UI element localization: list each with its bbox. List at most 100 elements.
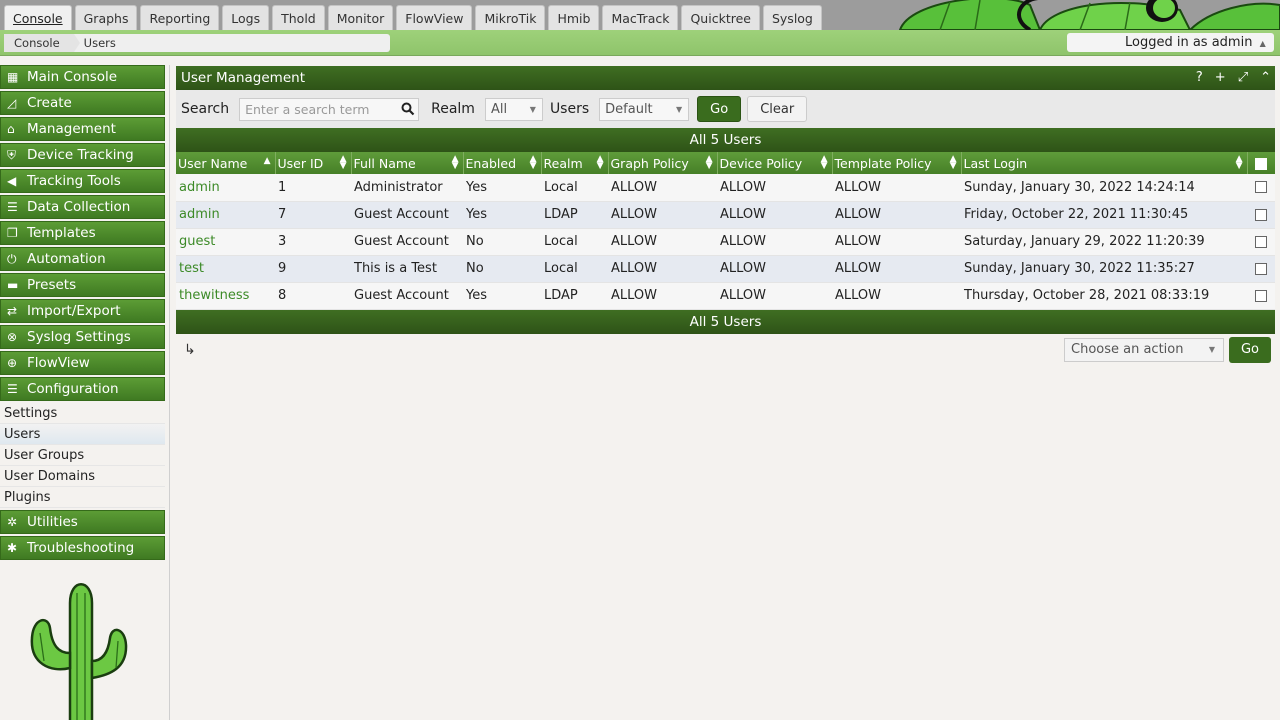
table-row[interactable]: thewitness 8 Guest Account Yes LDAP ALLOW ALLO…: [176, 282, 1275, 310]
user-name-link[interactable]: test: [176, 255, 275, 283]
sort-icon: ▲ ▼: [1235, 154, 1243, 171]
tab-flowview[interactable]: FlowView: [396, 5, 473, 30]
sort-asc-icon: ▲: [263, 156, 271, 166]
summary-bottom: All 5 Users: [176, 309, 1275, 334]
database-icon: ☰: [7, 200, 18, 214]
filter-bar: Search Enter a search term Realm All ▼ U…: [176, 90, 1275, 128]
tab-graphs[interactable]: Graphs: [74, 5, 138, 30]
chevron-down-icon: ▼: [676, 104, 683, 114]
tab-thold[interactable]: Thold: [272, 5, 325, 30]
column-header-graph-policy[interactable]: Graph Policy ▲ ▼: [608, 152, 718, 174]
go-button[interactable]: Go: [697, 96, 742, 122]
search-icon[interactable]: [401, 102, 415, 116]
tab-syslog[interactable]: Syslog: [762, 5, 822, 30]
sidebar-item-templates[interactable]: ❐ Templates: [0, 221, 165, 245]
exchange-icon: ⇄: [7, 304, 18, 318]
sort-icon: ▲ ▼: [705, 154, 713, 171]
sidebar-subitem-plugins[interactable]: Plugins: [0, 487, 165, 508]
breadcrumb-console[interactable]: Console: [4, 34, 80, 52]
tab-hmib[interactable]: Hmib: [548, 5, 600, 30]
user-name-link[interactable]: admin: [176, 174, 275, 202]
row-checkbox[interactable]: [1255, 208, 1267, 221]
sidebar-item-label: Create: [27, 95, 72, 111]
users-select[interactable]: Default ▼: [599, 97, 690, 121]
corner-arrow-icon: ↳: [184, 341, 196, 358]
table-row[interactable]: guest 3 Guest Account No Local ALLOW ALLOW ALLO…: [176, 228, 1275, 256]
sidebar-item-presets[interactable]: ▬ Presets: [0, 273, 165, 297]
table-cell-user-id: 3: [275, 228, 351, 256]
search-input[interactable]: Enter a search term: [239, 97, 420, 121]
row-checkbox[interactable]: [1255, 235, 1267, 248]
sidebar-item-import-export[interactable]: ⇄ Import/Export: [0, 299, 165, 323]
sidebar-item-label: Main Console: [27, 69, 118, 85]
sidebar-item-configuration[interactable]: ☰ Configuration: [0, 377, 165, 401]
column-header-label: User ID: [277, 155, 324, 171]
column-header-enabled[interactable]: Enabled ▲ ▼: [463, 152, 542, 174]
row-checkbox-cell: [1247, 228, 1275, 256]
column-header-last-login[interactable]: Last Login ▲ ▼: [961, 152, 1248, 174]
sidebar-item-syslog-settings[interactable]: ⊗ Syslog Settings: [0, 325, 165, 349]
table-row[interactable]: test 9 This is a Test No Local ALLOW ALLOW ALLO…: [176, 255, 1275, 283]
sidebar-item-management[interactable]: ⌂ Management: [0, 117, 165, 141]
user-name-link[interactable]: thewitness: [176, 282, 275, 310]
tab-reporting[interactable]: Reporting: [140, 5, 220, 30]
row-checkbox[interactable]: [1255, 262, 1267, 275]
realm-label: Realm: [431, 101, 475, 117]
sidebar-item-automation[interactable]: ⏻ Automation: [0, 247, 165, 271]
user-name-link[interactable]: admin: [176, 201, 275, 229]
collapse-icon[interactable]: ⌃: [1260, 66, 1271, 90]
row-checkbox[interactable]: [1255, 181, 1267, 194]
tab-mactrack[interactable]: MacTrack: [602, 5, 679, 30]
tab-console[interactable]: Console: [4, 5, 72, 30]
sidebar-subitem-user-groups[interactable]: User Groups: [0, 445, 165, 466]
row-checkbox-cell: [1247, 174, 1275, 202]
sidebar-item-utilities[interactable]: ✲ Utilities: [0, 510, 165, 534]
sidebar-subitem-settings[interactable]: Settings: [0, 403, 165, 424]
sidebar-subitem-users[interactable]: Users: [0, 424, 165, 445]
row-checkbox[interactable]: [1255, 289, 1267, 302]
sidebar-item-flowview[interactable]: ⊕ FlowView: [0, 351, 165, 375]
sidebar-item-label: Configuration: [27, 381, 119, 397]
table-row[interactable]: admin 7 Guest Account Yes LDAP ALLOW ALLOW ALLO…: [176, 201, 1275, 229]
sidebar-item-data-collection[interactable]: ☰ Data Collection: [0, 195, 165, 219]
tab-monitor[interactable]: Monitor: [327, 5, 394, 30]
sidebar-item-tracking-tools[interactable]: ◀ Tracking Tools: [0, 169, 165, 193]
tab-list: Console Graphs Reporting Logs Thold Monitor Fl…: [4, 5, 822, 30]
column-header-full-name[interactable]: Full Name ▲ ▼: [351, 152, 464, 174]
user-menu[interactable]: Logged in as admin ▲: [1067, 33, 1274, 52]
tab-quicktree[interactable]: Quicktree: [681, 5, 760, 30]
column-header-realm[interactable]: Realm ▲ ▼: [541, 152, 609, 174]
map-icon: ▦: [7, 70, 19, 84]
sidebar-item-main-console[interactable]: ▦ Main Console: [0, 65, 165, 89]
table-cell-realm: LDAP: [541, 201, 608, 229]
breadcrumb-users[interactable]: Users: [74, 34, 126, 52]
table-cell-device-policy: ALLOW: [717, 282, 832, 310]
select-all-checkbox[interactable]: [1255, 158, 1268, 170]
panel-header: User Management ? + ⤢ ⌃: [176, 66, 1275, 90]
users-table: User Name ▲ User ID ▲ ▼ Full Name ▲ ▼ Enabled ▲ ▼ R…: [176, 152, 1275, 310]
clear-button[interactable]: Clear: [747, 96, 808, 122]
table-cell-graph-policy: ALLOW: [608, 228, 717, 256]
realm-select[interactable]: All ▼: [484, 97, 543, 121]
tab-logs[interactable]: Logs: [222, 5, 270, 30]
table-row[interactable]: admin 1 Administrator Yes Local ALLOW ALLOW ALL…: [176, 174, 1275, 202]
sidebar-item-create[interactable]: ◿ Create: [0, 91, 165, 115]
add-icon[interactable]: +: [1215, 66, 1226, 90]
sidebar-subitem-user-domains[interactable]: User Domains: [0, 466, 165, 487]
tab-mikrotik[interactable]: MikroTik: [475, 5, 546, 30]
table-cell-full-name: This is a Test: [351, 255, 463, 283]
action-go-button[interactable]: Go: [1229, 336, 1271, 363]
user-name-link[interactable]: guest: [176, 228, 275, 256]
help-icon[interactable]: ?: [1196, 66, 1203, 90]
column-header-user-name[interactable]: User Name ▲: [176, 152, 276, 174]
fullscreen-icon[interactable]: ⤢: [1238, 66, 1248, 90]
cactus-banner-image: [880, 0, 1280, 30]
column-header-device-policy[interactable]: Device Policy ▲ ▼: [717, 152, 833, 174]
column-header-template-policy[interactable]: Template Policy ▲ ▼: [832, 152, 962, 174]
users-value: Default: [605, 101, 653, 117]
sidebar-item-device-tracking[interactable]: ⛨ Device Tracking: [0, 143, 165, 167]
action-select[interactable]: Choose an action ▼: [1064, 337, 1224, 362]
column-header-user-id[interactable]: User ID ▲ ▼: [275, 152, 352, 174]
table-cell-user-id: 1: [275, 174, 351, 202]
sidebar-item-troubleshooting[interactable]: ✱ Troubleshooting: [0, 536, 165, 560]
